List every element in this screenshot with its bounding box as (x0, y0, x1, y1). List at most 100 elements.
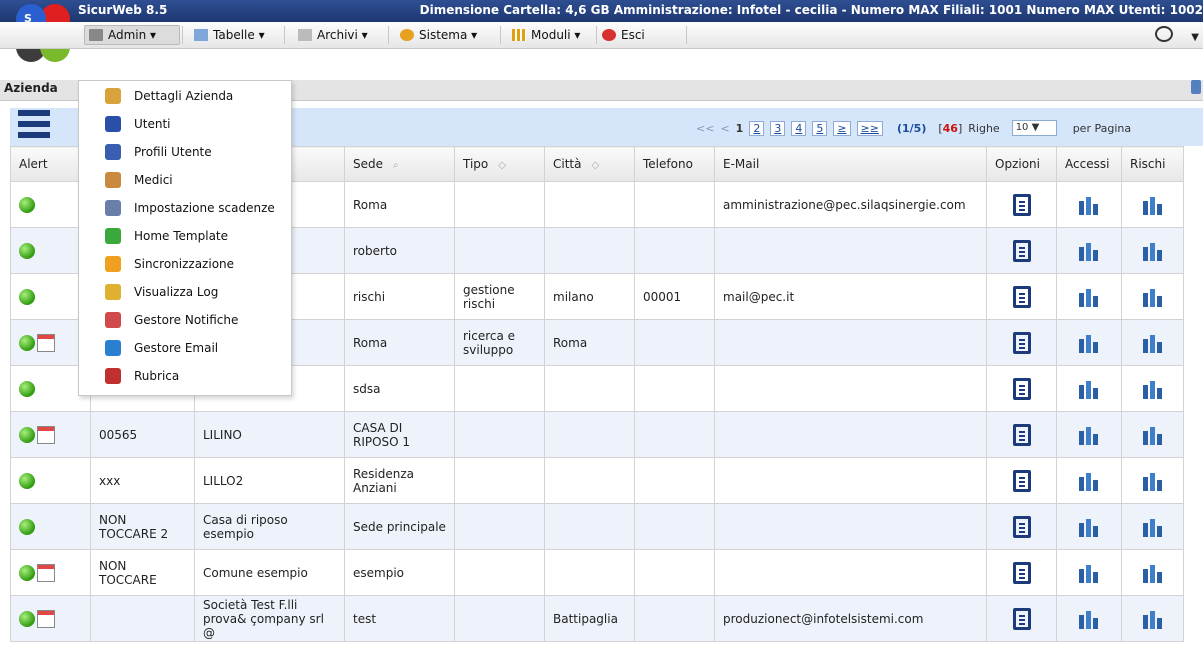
access-chart-icon[interactable] (1078, 287, 1100, 307)
access-chart-icon[interactable] (1078, 471, 1100, 491)
table-row[interactable]: NON TOCCARE 2 Casa di riposo esempio Sede … (10, 503, 1184, 550)
sort-icon[interactable]: ◇ (591, 160, 599, 171)
options-icon[interactable] (1012, 561, 1031, 584)
options-icon[interactable] (1012, 331, 1031, 354)
options-icon[interactable] (1012, 423, 1031, 446)
col-citta[interactable]: Città ◇ (544, 146, 635, 182)
options-icon[interactable] (1012, 193, 1031, 216)
cell-codice: 00565 (90, 411, 195, 458)
menu-archivi[interactable]: Archivi ▾ (298, 25, 368, 45)
pager: << < 1 2 3 4 5 ≥ ≥≥ (1/5) [46] Righe 10 … (696, 120, 1132, 136)
calendar-icon[interactable] (37, 333, 55, 352)
search-icon[interactable]: ⌕ (393, 160, 399, 171)
table-row[interactable]: xxx LILLO2 Residenza Anziani (10, 457, 1184, 504)
risk-chart-icon[interactable] (1142, 333, 1164, 353)
access-chart-icon[interactable] (1078, 609, 1100, 629)
chat-icon[interactable] (1155, 26, 1173, 42)
access-chart-icon[interactable] (1078, 379, 1100, 399)
dropdown-item[interactable]: Dettagli Azienda (105, 85, 233, 107)
dropdown-item[interactable]: Utenti (105, 113, 171, 135)
cell-accessi (1056, 457, 1122, 504)
cell-sede: Roma (344, 319, 455, 366)
risk-chart-icon[interactable] (1142, 471, 1164, 491)
dropdown-item[interactable]: Gestore Notifiche (105, 309, 238, 331)
hamburger-menu-icon[interactable] (18, 110, 50, 146)
pager-total: 46 (942, 121, 958, 135)
dropdown-item[interactable]: Profili Utente (105, 141, 212, 163)
menu-admin[interactable]: Admin ▾ (84, 25, 180, 45)
dropdown-item[interactable]: Gestore Email (105, 337, 218, 359)
risk-chart-icon[interactable] (1142, 241, 1164, 261)
sort-icon[interactable]: ◇ (498, 160, 506, 171)
cell-opzioni (986, 457, 1057, 504)
calendar-icon[interactable] (37, 609, 55, 628)
menu-sistema[interactable]: Sistema ▾ (400, 25, 477, 45)
access-chart-icon[interactable] (1078, 517, 1100, 537)
pager-page[interactable]: 3 (770, 120, 786, 136)
pager-page[interactable]: 5 (812, 120, 828, 136)
menu-sistema-label: Sistema ▾ (419, 28, 478, 42)
dropdown-item[interactable]: Visualizza Log (105, 281, 218, 303)
cell-telefono (634, 319, 715, 366)
pencil-icon (105, 284, 121, 300)
cell-accessi (1056, 273, 1122, 320)
status-ok-icon (19, 564, 35, 581)
col-telefono[interactable]: Telefono (634, 146, 715, 182)
pager-page[interactable]: 2 (749, 120, 765, 136)
menu-esci-label: Esci (621, 28, 645, 42)
rows-per-page-select[interactable]: 10 ▼ (1011, 120, 1057, 136)
risk-chart-icon[interactable] (1142, 563, 1164, 583)
admin-dropdown-menu: Dettagli Azienda Utenti Profili Utente Medi… (78, 80, 292, 396)
access-chart-icon[interactable] (1078, 333, 1100, 353)
dropdown-item[interactable]: Sincronizzazione (105, 253, 234, 275)
access-chart-icon[interactable] (1078, 195, 1100, 215)
pager-prev[interactable]: < (720, 122, 729, 135)
risk-chart-icon[interactable] (1142, 379, 1164, 399)
status-ok-icon (19, 518, 35, 535)
options-icon[interactable] (1012, 285, 1031, 308)
table-row[interactable]: NON TOCCARE Comune esempio esempio (10, 549, 1184, 596)
col-tipo[interactable]: Tipo ◇ (454, 146, 545, 182)
cell-citta: milano (544, 273, 635, 320)
options-icon[interactable] (1012, 515, 1031, 538)
col-email[interactable]: E-Mail (714, 146, 987, 182)
dropdown-item-label: Impostazione scadenze (134, 201, 275, 215)
dropdown-item[interactable]: Home Template (105, 225, 228, 247)
app-title: SicurWeb 8.5 (78, 3, 168, 17)
pager-next[interactable]: ≥ (833, 120, 851, 136)
cell-tipo (454, 595, 545, 642)
cell-rischi (1121, 595, 1184, 642)
panel-corner-icon[interactable] (1191, 80, 1201, 94)
access-chart-icon[interactable] (1078, 425, 1100, 445)
access-chart-icon[interactable] (1078, 241, 1100, 261)
pager-first[interactable]: << (696, 122, 714, 135)
menu-esci[interactable]: Esci (602, 25, 645, 45)
risk-chart-icon[interactable] (1142, 425, 1164, 445)
risk-chart-icon[interactable] (1142, 609, 1164, 629)
dropdown-item[interactable]: Impostazione scadenze (105, 197, 275, 219)
table-row[interactable]: Società Test F.lli prova& çompany srl @ t… (10, 595, 1184, 642)
risk-chart-icon[interactable] (1142, 517, 1164, 537)
cell-opzioni (986, 549, 1057, 596)
menu-tabelle[interactable]: Tabelle ▾ (194, 25, 265, 45)
calendar-icon[interactable] (37, 425, 55, 444)
options-icon[interactable] (1012, 377, 1031, 400)
pager-last[interactable]: ≥≥ (856, 120, 883, 136)
calendar-icon[interactable] (37, 563, 55, 582)
dropdown-item[interactable]: Medici (105, 169, 173, 191)
dropdown-item[interactable]: Rubrica (105, 365, 179, 387)
risk-chart-icon[interactable] (1142, 287, 1164, 307)
pager-status: (1/5) (896, 121, 927, 135)
pager-page[interactable]: 4 (791, 120, 807, 136)
col-sede[interactable]: Sede ⌕ (344, 146, 455, 182)
menu-moduli[interactable]: Moduli ▾ (512, 25, 580, 45)
options-icon[interactable] (1012, 239, 1031, 262)
table-row[interactable]: 00565 LILINO CASA DI RIPOSO 1 (10, 411, 1184, 458)
dropdown-arrow-icon[interactable]: ▼ (1191, 32, 1199, 43)
options-icon[interactable] (1012, 469, 1031, 492)
cell-telefono (634, 595, 715, 642)
options-icon[interactable] (1012, 607, 1031, 630)
risk-chart-icon[interactable] (1142, 195, 1164, 215)
access-chart-icon[interactable] (1078, 563, 1100, 583)
cell-sede: sdsa (344, 365, 455, 412)
